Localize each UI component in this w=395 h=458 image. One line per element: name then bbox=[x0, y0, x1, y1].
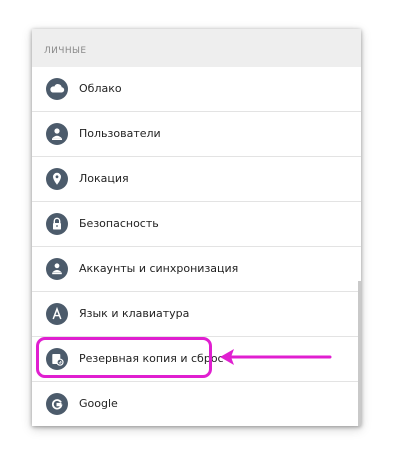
lock-icon bbox=[46, 213, 68, 235]
settings-item-backup-reset[interactable]: Резервная копия и сброс bbox=[32, 337, 361, 381]
settings-item-label: Облако bbox=[79, 82, 122, 95]
settings-item-language[interactable]: Язык и клавиатура bbox=[32, 292, 361, 336]
backup-restore-icon bbox=[46, 348, 68, 370]
google-icon bbox=[46, 393, 68, 415]
accounts-icon bbox=[46, 258, 68, 280]
settings-item-cloud[interactable]: Облако bbox=[32, 67, 361, 111]
scrollbar[interactable] bbox=[358, 281, 361, 426]
settings-panel: ЛИЧНЫЕ Облако Пользователи Локация Безоп… bbox=[32, 29, 361, 426]
language-icon bbox=[46, 303, 68, 325]
settings-item-google[interactable]: Google bbox=[32, 382, 361, 426]
location-pin-icon bbox=[46, 168, 68, 190]
settings-item-users[interactable]: Пользователи bbox=[32, 112, 361, 156]
settings-item-label: Пользователи bbox=[79, 127, 161, 140]
section-header-personal: ЛИЧНЫЕ bbox=[32, 29, 361, 67]
settings-item-label: Локация bbox=[79, 172, 129, 185]
cloud-icon bbox=[46, 78, 68, 100]
settings-item-label: Аккаунты и синхронизация bbox=[79, 262, 239, 275]
settings-item-security[interactable]: Безопасность bbox=[32, 202, 361, 246]
settings-item-label: Резервная копия и сброс bbox=[79, 352, 224, 365]
settings-item-location[interactable]: Локация bbox=[32, 157, 361, 201]
section-header-title: ЛИЧНЫЕ bbox=[44, 46, 87, 56]
settings-item-label: Google bbox=[79, 397, 118, 410]
settings-item-label: Язык и клавиатура bbox=[79, 307, 190, 320]
user-icon bbox=[46, 123, 68, 145]
screenshot-stage: ЛИЧНЫЕ Облако Пользователи Локация Безоп… bbox=[0, 0, 395, 458]
settings-item-accounts[interactable]: Аккаунты и синхронизация bbox=[32, 247, 361, 291]
settings-item-label: Безопасность bbox=[79, 217, 159, 230]
